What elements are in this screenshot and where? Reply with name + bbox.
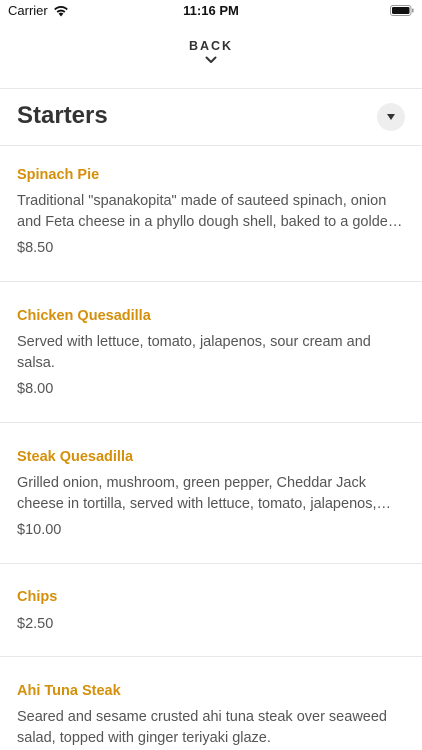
item-name: Steak Quesadilla [17,449,134,465]
menu-screen: Carrier 11:16 PM BACK Starters Spinach P… [0,0,422,750]
item-name: Spinach Pie [17,167,100,183]
section-title: Starters [17,102,108,129]
section-dropdown-button[interactable] [377,103,405,131]
item-description: Traditional "spanakopita" made of sautee… [17,193,396,230]
chevron-down-icon [205,56,217,63]
status-bar: Carrier 11:16 PM [0,0,422,24]
menu-item[interactable]: Ahi Tuna Steak Seared and sesame crusted… [0,657,422,750]
item-price: $2.50 [17,616,54,632]
header-divider [0,88,422,89]
status-time: 11:16 PM [183,3,239,18]
back-label: BACK [188,39,234,53]
menu-item[interactable]: Chicken Quesadilla Served with lettuce, … [0,282,422,422]
caret-down-icon [387,114,395,120]
item-name: Chicken Quesadilla [17,308,151,324]
back-button[interactable]: BACK [161,34,261,78]
item-price: $8.50 [17,240,54,256]
item-description: Served with lettuce, tomato, jalapenos, … [17,334,371,371]
item-price: $10.00 [17,522,62,538]
item-name: Ahi Tuna Steak [17,683,121,699]
menu-item[interactable]: Chips $2.50 [0,564,422,656]
item-description: Seared and sesame crusted ahi tuna steak… [17,709,387,746]
menu-item[interactable]: Steak Quesadilla Grilled onion, mushroom… [0,423,422,563]
item-price: $8.00 [17,381,54,397]
battery-icon [390,5,414,16]
item-name: Chips [17,589,58,605]
menu-item[interactable]: Spinach Pie Traditional "spanakopita" ma… [0,146,422,281]
item-description: Grilled onion, mushroom, green pepper, C… [17,475,377,512]
